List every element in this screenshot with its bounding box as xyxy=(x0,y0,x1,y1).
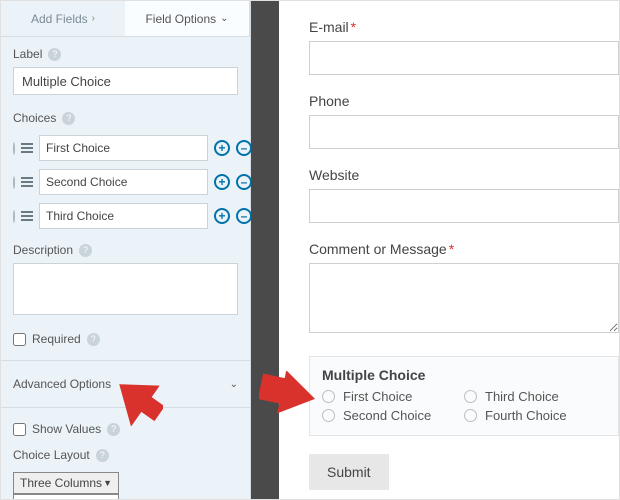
chevron-down-icon: ⌄ xyxy=(230,379,238,390)
divider xyxy=(1,360,250,361)
mc-option[interactable]: Fourth Choice xyxy=(464,408,606,423)
choice-layout-dropdown: One Column Two Columns Three Columns xyxy=(13,494,119,500)
choice-layout-section: Choice Layout ? xyxy=(1,444,250,468)
field-comment: Comment or Message* xyxy=(309,241,619,336)
choice-input[interactable] xyxy=(39,169,208,195)
remove-choice-button[interactable] xyxy=(236,140,252,156)
label-input[interactable] xyxy=(13,67,238,95)
description-textarea[interactable] xyxy=(13,263,238,315)
help-icon[interactable]: ? xyxy=(48,48,61,61)
choice-row xyxy=(1,165,250,199)
choice-layout-label: Choice Layout xyxy=(13,448,90,462)
field-phone: Phone xyxy=(309,93,619,149)
mc-option-label: Second Choice xyxy=(343,408,431,423)
help-icon[interactable]: ? xyxy=(79,244,92,257)
website-input[interactable] xyxy=(309,189,619,223)
caret-down-icon: ▼ xyxy=(103,478,112,488)
required-asterisk: * xyxy=(351,19,356,35)
mc-options-grid: First Choice Third Choice Second Choice … xyxy=(322,389,606,423)
website-label: Website xyxy=(309,167,359,183)
phone-label: Phone xyxy=(309,93,349,109)
multiple-choice-field[interactable]: Multiple Choice First Choice Third Choic… xyxy=(309,356,619,436)
add-choice-button[interactable] xyxy=(214,140,230,156)
email-label: E-mail xyxy=(309,19,349,35)
field-email: E-mail* xyxy=(309,19,619,75)
form-preview: E-mail* Phone Website Comment or Message… xyxy=(279,1,619,499)
mc-option[interactable]: Second Choice xyxy=(322,408,464,423)
description-section: Description ? xyxy=(1,233,250,263)
remove-choice-button[interactable] xyxy=(236,208,252,224)
required-checkbox[interactable] xyxy=(13,333,26,346)
help-icon[interactable]: ? xyxy=(96,449,109,462)
phone-input[interactable] xyxy=(309,115,619,149)
drag-handle-icon[interactable] xyxy=(21,177,33,187)
tab-field-options[interactable]: Field Options ⌄ xyxy=(125,1,250,36)
radio-icon xyxy=(322,390,335,403)
description-section-text: Description xyxy=(13,243,73,257)
show-values-label: Show Values xyxy=(32,422,101,436)
tab-add-fields[interactable]: Add Fields › xyxy=(1,1,125,36)
radio-icon xyxy=(322,409,335,422)
radio-icon[interactable] xyxy=(13,210,15,223)
field-website: Website xyxy=(309,167,619,223)
add-choice-button[interactable] xyxy=(214,208,230,224)
radio-icon xyxy=(464,390,477,403)
submit-button[interactable]: Submit xyxy=(309,454,389,490)
mc-option[interactable]: Third Choice xyxy=(464,389,606,404)
chevron-down-icon: ⌄ xyxy=(220,13,228,24)
drag-handle-icon[interactable] xyxy=(21,211,33,221)
help-icon[interactable]: ? xyxy=(62,112,75,125)
radio-icon[interactable] xyxy=(13,142,15,155)
help-icon[interactable]: ? xyxy=(87,333,100,346)
advanced-options-label: Advanced Options xyxy=(13,377,111,391)
add-choice-button[interactable] xyxy=(214,174,230,190)
radio-icon xyxy=(464,409,477,422)
drag-handle-icon[interactable] xyxy=(21,143,33,153)
tab-add-fields-label: Add Fields xyxy=(31,12,88,26)
choices-section-text: Choices xyxy=(13,111,56,125)
show-values-checkbox[interactable] xyxy=(13,423,26,436)
comment-label: Comment or Message xyxy=(309,241,447,257)
chevron-right-icon: › xyxy=(92,13,95,24)
layout-option[interactable]: One Column xyxy=(14,495,118,500)
required-label: Required xyxy=(32,332,81,346)
annotation-arrow-icon xyxy=(113,376,163,426)
annotation-arrow-icon xyxy=(259,371,315,421)
panel-gutter xyxy=(251,1,279,499)
choice-row xyxy=(1,131,250,165)
choices-section: Choices ? xyxy=(1,101,250,131)
radio-icon[interactable] xyxy=(13,176,15,189)
choice-input[interactable] xyxy=(39,203,208,229)
mc-option-label: Fourth Choice xyxy=(485,408,567,423)
mc-option-label: Third Choice xyxy=(485,389,559,404)
label-section-text: Label xyxy=(13,47,42,61)
comment-textarea[interactable] xyxy=(309,263,619,333)
choice-input[interactable] xyxy=(39,135,208,161)
choice-layout-display[interactable]: Three Columns ▼ xyxy=(13,472,119,494)
choice-row xyxy=(1,199,250,233)
choice-layout-select[interactable]: Three Columns ▼ One Column Two Columns T… xyxy=(13,472,119,494)
label-section: Label ? xyxy=(1,37,250,67)
mc-option-label: First Choice xyxy=(343,389,412,404)
mc-title: Multiple Choice xyxy=(322,367,606,383)
email-input[interactable] xyxy=(309,41,619,75)
choice-layout-value: Three Columns xyxy=(20,476,102,490)
required-row: Required ? xyxy=(1,324,250,354)
builder-tabs: Add Fields › Field Options ⌄ xyxy=(1,1,250,37)
remove-choice-button[interactable] xyxy=(236,174,252,190)
required-asterisk: * xyxy=(449,241,454,257)
mc-option[interactable]: First Choice xyxy=(322,389,464,404)
tab-field-options-label: Field Options xyxy=(145,12,216,26)
